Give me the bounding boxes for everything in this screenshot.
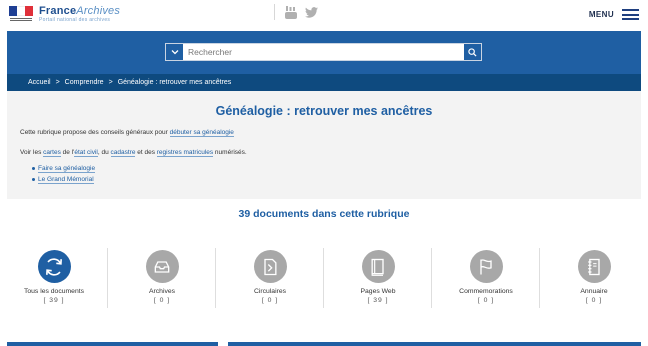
category-label: Circulaires (253, 288, 287, 295)
divider (274, 4, 275, 20)
youtube-icon[interactable] (285, 5, 297, 19)
category-archives[interactable]: Archives [ 0 ] (108, 238, 216, 310)
category-filters: Tous les documents [ 39 ] Archives [ 0 ]… (0, 238, 648, 310)
intro-link-list: Faire sa généalogie Le Grand Mémorial (31, 165, 96, 187)
link-cartes[interactable]: cartes (43, 149, 61, 157)
link-debuter-genealogie[interactable]: débuter sa généalogie (169, 129, 234, 137)
page-title: Généalogie : retrouver mes ancêtres (215, 104, 433, 118)
category-label: Archives (148, 288, 176, 295)
category-commemorations[interactable]: Commemorations [ 0 ] (432, 238, 540, 310)
category-count: [ 39 ] (367, 297, 389, 304)
book-icon (361, 250, 395, 283)
category-count: [ 0 ] (477, 297, 495, 304)
search-scope-dropdown[interactable] (166, 44, 183, 60)
logo-brand: FranceArchives (39, 5, 121, 17)
intro-text: numérisés. (213, 149, 247, 156)
content-panels-top-edge (0, 342, 648, 346)
intro-text: et des (135, 149, 157, 156)
category-circulaires[interactable]: Circulaires [ 0 ] (216, 238, 324, 310)
category-label: Pages Web (360, 288, 396, 295)
link-etat-civil[interactable]: état civil (74, 149, 98, 157)
documents-count: 39 documents dans cette rubrique (238, 208, 410, 220)
category-count: [ 0 ] (261, 297, 279, 304)
intro-text: Cette rubrique propose des conseils géné… (20, 129, 170, 136)
intro-text: de l' (60, 149, 75, 156)
search-input[interactable] (188, 45, 458, 59)
category-label: Annuaire (580, 288, 608, 295)
france-archives-logo[interactable]: FranceArchives Portail national des arch… (9, 6, 120, 23)
breadcrumb-item-home[interactable]: Accueil (28, 79, 51, 86)
logo-tagline: Portail national des archives (39, 17, 111, 23)
category-pages-web[interactable]: Pages Web [ 39 ] (324, 238, 432, 310)
panel-edge (228, 342, 641, 346)
category-label: Commemorations (459, 288, 513, 295)
chevron-down-icon (171, 50, 178, 55)
breadcrumb: Accueil > Comprendre > Généalogie : retr… (7, 74, 641, 91)
list-item: Faire sa généalogie (31, 165, 96, 173)
notebook-icon (577, 250, 611, 283)
refresh-icon (37, 250, 71, 283)
hamburger-icon (622, 9, 639, 20)
category-label: Tous les documents (23, 288, 85, 295)
search-button[interactable] (464, 44, 481, 60)
intro-paragraph-1: Cette rubrique propose des conseils géné… (20, 129, 234, 137)
intro-text: , du (97, 149, 111, 156)
social-links (274, 4, 318, 20)
category-annuaire[interactable]: Annuaire [ 0 ] (540, 238, 648, 310)
rubric-intro: Généalogie : retrouver mes ancêtres Cett… (7, 91, 641, 199)
menu-button[interactable]: MENU (589, 9, 639, 20)
intro-paragraph-2: Voir les cartes de l'état civil, du cada… (20, 149, 247, 157)
link-faire-genealogie[interactable]: Faire sa généalogie (38, 165, 96, 173)
breadcrumb-separator: > (55, 79, 60, 86)
search-band (7, 31, 641, 74)
marianne-flag-icon (9, 6, 33, 23)
twitter-icon[interactable] (305, 6, 318, 18)
link-cadastre[interactable]: cadastre (110, 149, 136, 157)
category-all-documents[interactable]: Tous les documents [ 39 ] (0, 238, 108, 310)
category-count: [ 0 ] (153, 297, 171, 304)
breadcrumb-item-current: Généalogie : retrouver mes ancêtres (117, 79, 232, 86)
breadcrumb-separator: > (108, 79, 113, 86)
archive-box-icon (145, 250, 179, 283)
search-box (165, 43, 482, 61)
link-grand-memorial[interactable]: Le Grand Mémorial (38, 176, 94, 184)
top-bar: FranceArchives Portail national des arch… (0, 0, 648, 31)
panel-edge (7, 342, 218, 346)
list-item: Le Grand Mémorial (31, 176, 95, 184)
category-count: [ 39 ] (43, 297, 65, 304)
intro-text: Voir les (20, 149, 44, 156)
breadcrumb-item-comprendre[interactable]: Comprendre (65, 79, 104, 86)
menu-label: MENU (588, 10, 614, 19)
search-icon (468, 47, 477, 57)
flag-icon (469, 250, 503, 283)
link-registres-matricules[interactable]: registres matricules (156, 149, 214, 157)
category-count: [ 0 ] (585, 297, 603, 304)
document-arrow-icon (253, 250, 287, 283)
